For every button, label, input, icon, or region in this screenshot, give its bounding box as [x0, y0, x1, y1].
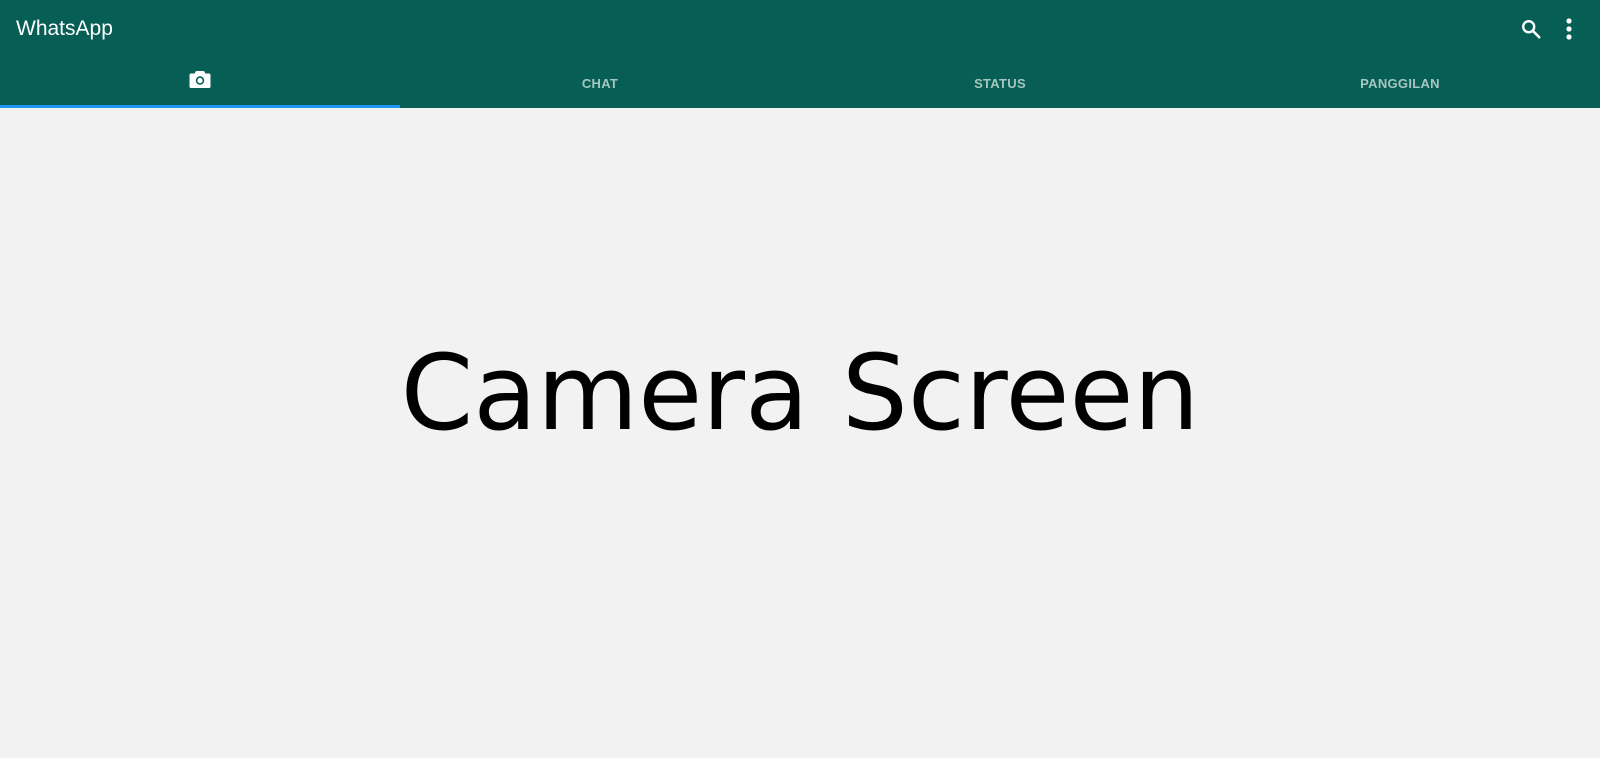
tab-status-label: STATUS [974, 75, 1026, 91]
camera-icon [189, 69, 211, 89]
screen-label: Camera Screen [400, 332, 1200, 454]
title-bar: WhatsApp [0, 0, 1600, 58]
search-button[interactable] [1516, 14, 1546, 44]
tab-camera[interactable] [0, 58, 400, 108]
tab-bar: CHAT STATUS PANGGILAN [0, 58, 1600, 108]
more-vert-icon [1566, 18, 1572, 40]
tab-chat[interactable]: CHAT [400, 58, 800, 108]
tab-calls-label: PANGGILAN [1360, 75, 1440, 91]
toolbar-actions [1516, 14, 1584, 44]
app-title: WhatsApp [16, 17, 113, 40]
app-bar: WhatsApp CHAT STATUS PANGGILAN [0, 0, 1600, 108]
tab-status[interactable]: STATUS [800, 58, 1200, 108]
tab-calls[interactable]: PANGGILAN [1200, 58, 1600, 108]
search-icon [1522, 20, 1541, 39]
camera-screen: Camera Screen [0, 108, 1600, 758]
more-options-button[interactable] [1554, 14, 1584, 44]
tab-chat-label: CHAT [581, 75, 619, 91]
